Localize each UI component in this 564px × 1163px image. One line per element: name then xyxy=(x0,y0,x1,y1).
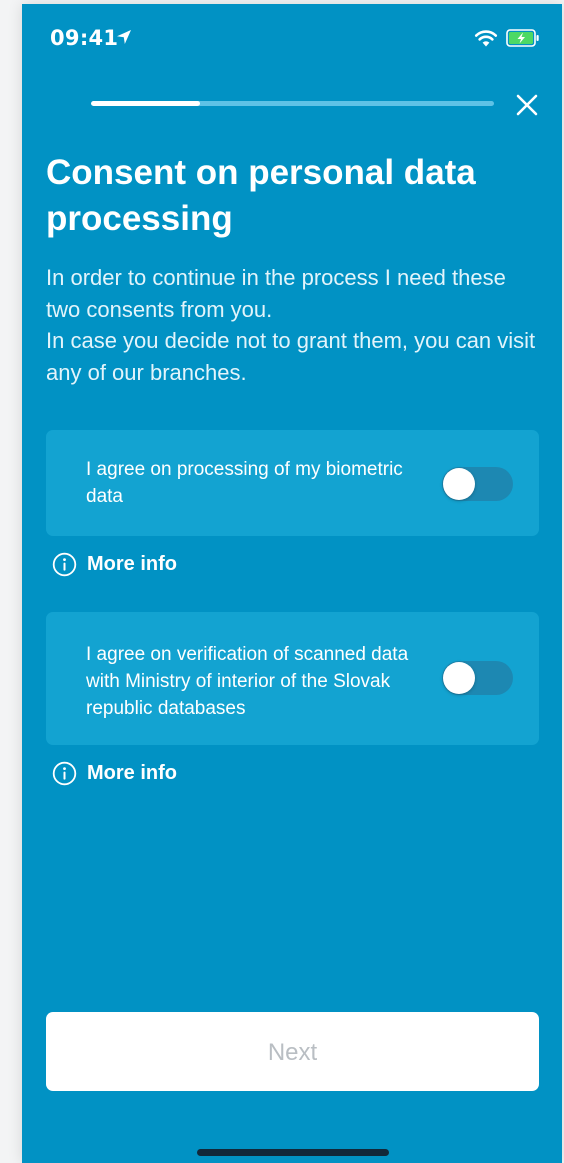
info-icon xyxy=(52,552,77,576)
progress-bar-fill xyxy=(91,101,200,106)
intro-text: In order to continue in the process I ne… xyxy=(46,262,546,388)
consent-label-biometric: I agree on processing of my biometric da… xyxy=(86,459,403,507)
battery-charging-icon xyxy=(506,29,539,47)
consent-card-verification: I agree on verification of scanned data … xyxy=(46,612,539,745)
close-icon[interactable] xyxy=(512,90,542,120)
more-info-label: More info xyxy=(87,761,177,784)
info-icon xyxy=(52,761,77,785)
intro-line-2: In case you decide not to grant them, yo… xyxy=(46,328,536,385)
more-info-label: More info xyxy=(87,552,177,575)
intro-line-1: In order to continue in the process I ne… xyxy=(46,265,506,322)
home-indicator xyxy=(197,1149,389,1156)
more-info-link-biometric[interactable]: More info xyxy=(52,550,177,578)
next-button[interactable]: Next xyxy=(46,1012,539,1091)
verification-consent-toggle[interactable] xyxy=(442,661,513,695)
status-bar: 09:41 xyxy=(22,4,562,74)
consent-card-biometric: I agree on processing of my biometric da… xyxy=(46,430,539,536)
location-arrow-icon xyxy=(117,30,131,44)
progress-bar xyxy=(91,101,494,106)
toggle-knob xyxy=(443,468,475,500)
wifi-icon xyxy=(474,30,498,47)
biometric-consent-toggle[interactable] xyxy=(442,467,513,501)
page-title: Consent on personal data processing xyxy=(46,153,476,238)
more-info-link-verification[interactable]: More info xyxy=(52,759,177,787)
status-time: 09:41 xyxy=(50,26,119,50)
phone-screen: 09:41 Consent on personal data processin… xyxy=(22,4,562,1163)
consent-label-verification: I agree on verification of scanned data … xyxy=(86,644,409,719)
toggle-knob xyxy=(443,662,475,694)
